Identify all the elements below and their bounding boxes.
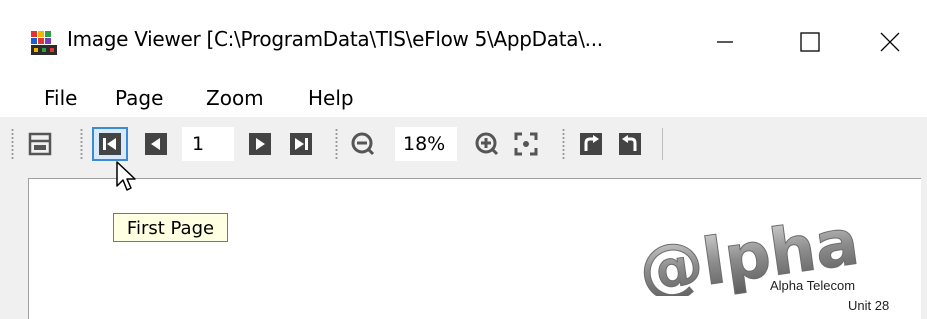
first-page-icon bbox=[99, 133, 121, 155]
fit-page-icon bbox=[514, 132, 538, 156]
zoom-level-field[interactable]: 18% bbox=[395, 127, 457, 161]
minimize-button[interactable] bbox=[690, 14, 760, 70]
print-button[interactable] bbox=[22, 127, 58, 161]
menu-file[interactable]: File bbox=[44, 86, 77, 110]
zoom-in-button[interactable] bbox=[469, 127, 505, 161]
rotate-left-button[interactable] bbox=[612, 127, 648, 161]
colored-grid-icon bbox=[29, 29, 59, 57]
minimize-icon bbox=[717, 41, 733, 43]
next-page-icon bbox=[249, 133, 271, 155]
toolbar-separator bbox=[662, 128, 663, 160]
address-line: Unit 28 bbox=[848, 298, 890, 313]
next-page-button[interactable] bbox=[242, 127, 278, 161]
last-page-icon bbox=[290, 133, 312, 155]
close-button[interactable] bbox=[855, 14, 925, 70]
print-icon bbox=[28, 132, 52, 156]
toolbar-grip[interactable] bbox=[80, 128, 83, 160]
maximize-button[interactable] bbox=[775, 14, 845, 70]
toolbar-grip[interactable] bbox=[562, 128, 565, 160]
page-number-field[interactable]: 1 bbox=[182, 127, 234, 161]
company-name: Alpha Telecom bbox=[770, 278, 856, 293]
zoom-out-icon bbox=[351, 132, 375, 156]
maximize-icon bbox=[800, 32, 820, 52]
rotate-right-button[interactable] bbox=[573, 127, 609, 161]
previous-page-button[interactable] bbox=[138, 127, 174, 161]
fit-page-button[interactable] bbox=[508, 127, 544, 161]
toolbar-grip[interactable] bbox=[335, 128, 338, 160]
close-icon bbox=[880, 32, 900, 52]
zoom-out-button[interactable] bbox=[345, 127, 381, 161]
window-title: Image Viewer [C:\ProgramData\TIS\eFlow 5… bbox=[67, 27, 603, 51]
mouse-pointer-icon bbox=[115, 160, 141, 198]
rotate-right-icon bbox=[580, 133, 602, 155]
previous-page-icon bbox=[145, 133, 167, 155]
first-page-button[interactable] bbox=[92, 127, 128, 161]
last-page-button[interactable] bbox=[283, 127, 319, 161]
tooltip: First Page bbox=[113, 213, 228, 242]
menu-page[interactable]: Page bbox=[115, 86, 163, 110]
rotate-left-icon bbox=[619, 133, 641, 155]
menu-zoom[interactable]: Zoom bbox=[206, 86, 264, 110]
menu-help[interactable]: Help bbox=[308, 86, 354, 110]
zoom-in-icon bbox=[475, 132, 499, 156]
toolbar-grip[interactable] bbox=[11, 128, 14, 160]
